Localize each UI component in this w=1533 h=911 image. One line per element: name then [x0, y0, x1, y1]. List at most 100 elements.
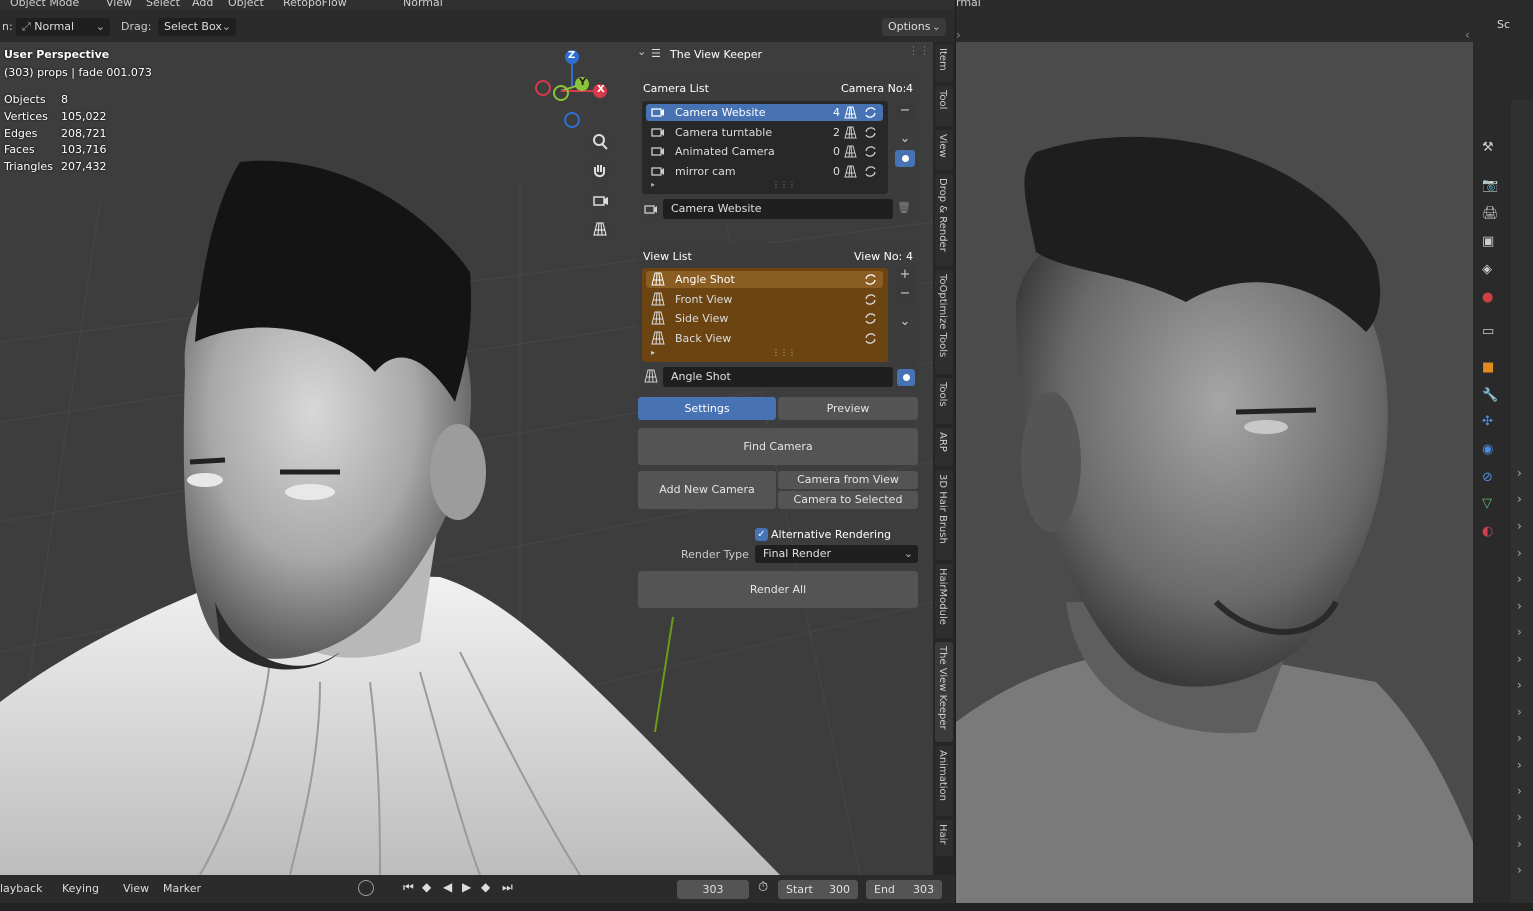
view-list[interactable]: Angle Shot Front View Side View Back Vie… [642, 268, 888, 362]
chevron-right-icon[interactable]: › [1517, 863, 1522, 877]
chevron-right-icon[interactable]: › [1517, 705, 1522, 719]
world-icon[interactable]: ● [1482, 290, 1500, 308]
view-list-item[interactable]: Front View [646, 291, 883, 308]
playback-menu[interactable]: layback [0, 882, 42, 895]
jump-start-icon[interactable]: ⏮ [403, 880, 414, 895]
tab-settings[interactable]: Settings [638, 397, 776, 420]
view-name-field[interactable]: Angle Shot [663, 367, 893, 387]
camera-list[interactable]: Camera Website 4 Camera turntable 2 Anim… [642, 101, 888, 194]
find-camera-button[interactable]: Find Camera [638, 428, 918, 465]
record-icon[interactable] [358, 880, 374, 896]
tab-item[interactable]: Item [935, 44, 953, 82]
scene-icon[interactable]: ◈ [1482, 262, 1500, 280]
camera-render-view[interactable] [956, 42, 1473, 903]
play-reverse-icon[interactable]: ◀ [443, 880, 452, 894]
refresh-icon[interactable] [864, 126, 877, 139]
collection-icon[interactable]: ▭ [1482, 324, 1500, 342]
camera-view-icon[interactable] [587, 187, 613, 213]
menu-retopoflow[interactable]: RetopoFlow [283, 0, 347, 9]
menu-add[interactable]: Add [192, 0, 213, 9]
drag-dropdown[interactable]: Select Box ⌄ [158, 18, 236, 36]
tab-arp[interactable]: ARP [935, 428, 953, 466]
tab-drop-render[interactable]: Drop & Render [935, 174, 953, 266]
refresh-icon[interactable] [864, 165, 877, 178]
current-frame-field[interactable]: 303 [677, 880, 749, 899]
expand-arrow-icon[interactable]: ▸ [651, 348, 655, 357]
object-icon[interactable]: ■ [1482, 360, 1500, 378]
refresh-icon[interactable] [864, 312, 877, 325]
drag-handle-icon[interactable]: ⋮⋮ [908, 44, 930, 57]
chevron-right-icon[interactable]: › [1517, 599, 1522, 613]
view-grid-icon[interactable] [844, 126, 857, 139]
view-list-item[interactable]: Angle Shot [646, 271, 883, 288]
remove-view-button[interactable]: − [895, 286, 915, 303]
chevron-right-icon[interactable]: › [1517, 466, 1522, 480]
camera-list-item[interactable]: mirror cam 0 [646, 163, 883, 180]
resize-grip-icon[interactable]: ⋮⋮⋮ [772, 180, 796, 189]
chevron-right-icon[interactable]: › [1517, 731, 1522, 745]
chevron-right-icon[interactable]: › [1517, 625, 1522, 639]
right-orientation-menu[interactable]: rmal [956, 0, 981, 9]
chevron-right-icon[interactable]: › [1517, 572, 1522, 586]
camera-name-field[interactable]: Camera Website [663, 199, 893, 219]
trash-icon[interactable]: 🗑 [895, 201, 913, 217]
orientation-menu[interactable]: Normal [403, 0, 443, 9]
add-view-button[interactable]: + [895, 267, 915, 284]
camera-to-selected-button[interactable]: Camera to Selected [778, 491, 918, 509]
tab-the-view-keeper[interactable]: The View Keeper [935, 642, 953, 742]
render-icon[interactable]: 📷 [1482, 178, 1500, 196]
end-frame-field[interactable]: End 303 [866, 880, 942, 899]
chevron-right-icon[interactable]: › [1517, 519, 1522, 533]
camera-from-view-button[interactable]: Camera from View [778, 471, 918, 489]
transform-dropdown[interactable]: ⤢ Normal ⌄ [16, 18, 110, 36]
render-type-select[interactable]: Final Render ⌄ [755, 545, 918, 563]
tab-animation[interactable]: Animation [935, 746, 953, 816]
tab-tool[interactable]: Tool [935, 86, 953, 126]
view-grid-icon[interactable] [844, 165, 857, 178]
options-dropdown[interactable]: Options ⌄ [882, 18, 946, 36]
tab-tools[interactable]: Tools [935, 378, 953, 424]
refresh-icon[interactable] [864, 145, 877, 158]
remove-camera-button[interactable]: − [895, 103, 915, 120]
play-icon[interactable]: ▶ [462, 880, 471, 894]
jump-end-icon[interactable]: ⏭ [502, 880, 513, 895]
tool-icon[interactable]: ⚒ [1482, 140, 1500, 158]
camera-list-item[interactable]: Camera Website 4 [646, 104, 883, 121]
pan-hand-icon[interactable] [587, 158, 613, 184]
view-toggle-button[interactable] [897, 369, 915, 386]
particles-icon[interactable]: ✣ [1482, 414, 1500, 432]
tab-hairmodule[interactable]: HairModule [935, 564, 953, 638]
next-keyframe-icon[interactable]: ◆ [481, 880, 490, 894]
add-new-camera-button[interactable]: Add New Camera [638, 471, 776, 509]
render-all-button[interactable]: Render All [638, 571, 918, 608]
camera-list-item[interactable]: Camera turntable 2 [646, 124, 883, 141]
camera-list-item[interactable]: Animated Camera 0 [646, 143, 883, 160]
alt-rendering-checkbox[interactable]: ✓ [755, 528, 768, 541]
panel-header[interactable]: ⌄ ☰ The View Keeper ⋮⋮ [633, 42, 930, 64]
chevron-right-icon[interactable]: › [1517, 492, 1522, 506]
chevron-down-icon[interactable]: ⌄ [895, 131, 915, 148]
view-list-item[interactable]: Back View [646, 330, 883, 347]
physics-icon[interactable]: ◉ [1482, 442, 1500, 460]
chevron-right-icon[interactable]: › [1517, 678, 1522, 692]
object-data-icon[interactable]: ▽ [1482, 496, 1500, 514]
menu-object[interactable]: Object [228, 0, 264, 9]
mode-menu[interactable]: Object Mode [10, 0, 79, 9]
output-icon[interactable]: 🖨 [1482, 206, 1500, 224]
chevron-right-icon[interactable]: › [1517, 837, 1522, 851]
chevron-left-icon[interactable]: ‹ [1465, 28, 1470, 42]
refresh-icon[interactable] [864, 273, 877, 286]
tab-3d-hair-brush[interactable]: 3D Hair Brush [935, 470, 953, 560]
zoom-icon[interactable] [587, 129, 613, 155]
timeline-view-menu[interactable]: View [123, 882, 149, 895]
view-grid-icon[interactable] [844, 145, 857, 158]
chevron-right-icon[interactable]: › [1517, 810, 1522, 824]
stopwatch-icon[interactable]: ⏱ [758, 880, 768, 895]
keying-menu[interactable]: Keying [62, 882, 99, 895]
view-list-item[interactable]: Side View [646, 310, 883, 327]
chevron-right-icon[interactable]: › [1517, 546, 1522, 560]
resize-grip-icon[interactable]: ⋮⋮⋮ [772, 348, 796, 357]
view-grid-icon[interactable] [844, 106, 857, 119]
menu-select[interactable]: Select [146, 0, 180, 9]
tab-preview[interactable]: Preview [778, 397, 918, 420]
